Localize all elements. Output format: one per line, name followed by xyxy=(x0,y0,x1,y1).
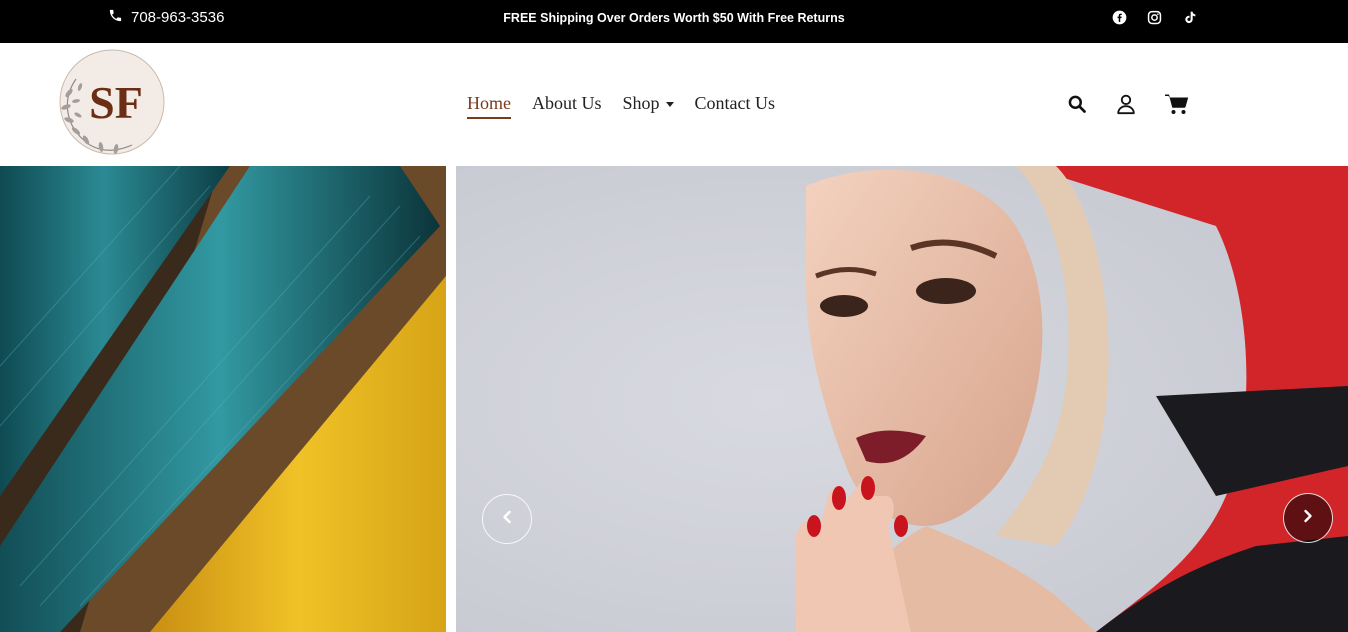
logo-monogram: SF xyxy=(89,77,143,128)
site-header: SF Home About Us Shop Contact Us xyxy=(0,43,1348,166)
nav-item-shop[interactable]: Shop xyxy=(623,91,674,115)
search-icon[interactable] xyxy=(1067,94,1087,114)
nav-item-shop-label: Shop xyxy=(622,93,660,113)
next-slide-button[interactable] xyxy=(1283,493,1333,543)
nav-item-contact-us[interactable]: Contact Us xyxy=(695,91,776,115)
cart-icon[interactable] xyxy=(1165,93,1189,115)
hero-section xyxy=(0,166,1348,632)
social-links xyxy=(1111,0,1198,35)
top-bar: 708-963-3536 FREE Shipping Over Orders W… xyxy=(0,0,1348,43)
instagram-icon[interactable] xyxy=(1146,9,1163,26)
nav-item-home[interactable]: Home xyxy=(467,91,511,119)
nav-item-about-us[interactable]: About Us xyxy=(532,91,602,115)
fabric-rolls-image xyxy=(0,166,446,632)
hero-slide-image xyxy=(456,166,1348,632)
chevron-left-icon xyxy=(501,510,513,529)
facebook-icon[interactable] xyxy=(1111,9,1128,26)
header-actions xyxy=(1067,93,1189,115)
prev-slide-button[interactable] xyxy=(482,494,532,544)
chevron-right-icon xyxy=(1302,509,1314,528)
site-logo[interactable]: SF xyxy=(54,49,168,155)
user-icon[interactable] xyxy=(1115,93,1137,115)
caret-down-icon xyxy=(665,101,674,107)
main-navigation: Home About Us Shop Contact Us xyxy=(467,91,776,119)
tiktok-icon[interactable] xyxy=(1181,9,1198,26)
